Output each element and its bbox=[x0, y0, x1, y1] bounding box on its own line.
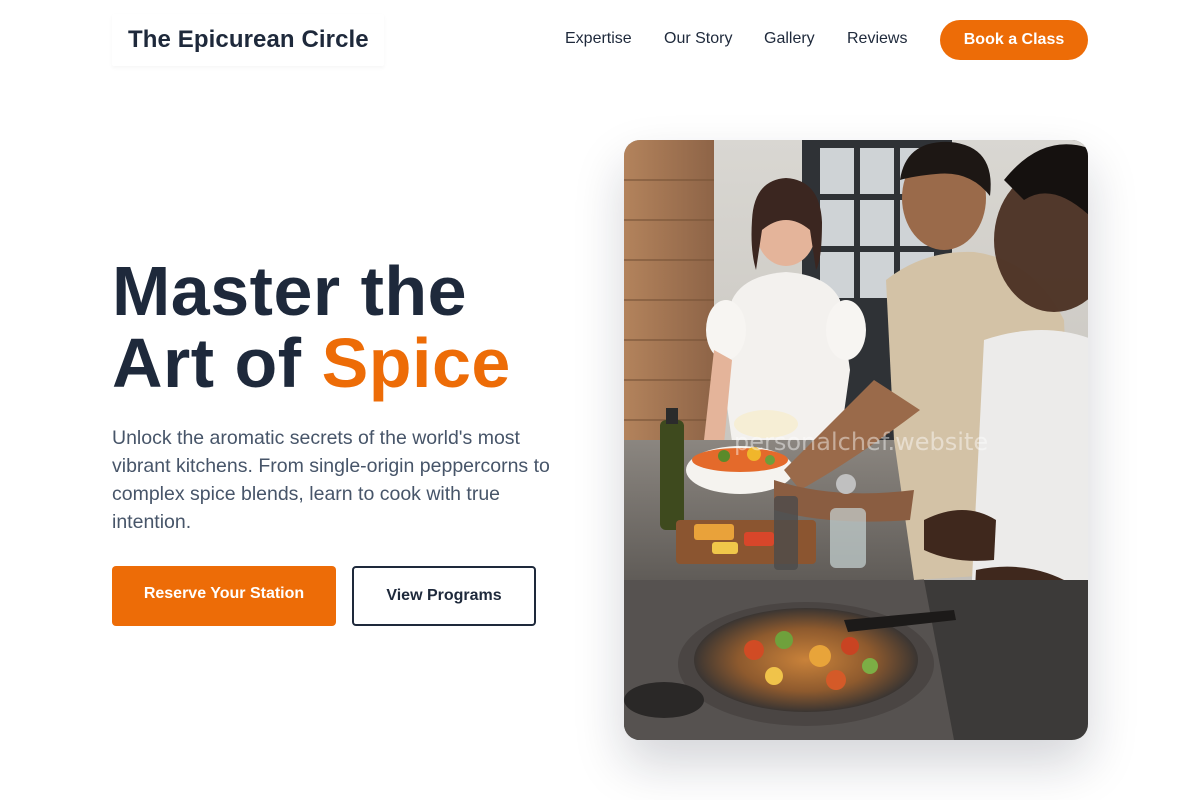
reserve-station-button[interactable]: Reserve Your Station bbox=[112, 566, 336, 626]
nav-link-reviews[interactable]: Reviews bbox=[847, 30, 907, 48]
headline-line-1: Master the bbox=[112, 252, 468, 330]
headline-line-2-prefix: Art of bbox=[112, 324, 322, 402]
hero-cooking-photo: personalchef.website bbox=[624, 140, 1088, 740]
book-class-button[interactable]: Book a Class bbox=[940, 20, 1088, 60]
site-logo[interactable]: The Epicurean Circle bbox=[128, 26, 369, 54]
nav-link-gallery[interactable]: Gallery bbox=[764, 30, 815, 48]
view-programs-button[interactable]: View Programs bbox=[352, 566, 536, 626]
nav-link-our-story[interactable]: Our Story bbox=[664, 30, 732, 48]
hero-description: Unlock the aromatic secrets of the world… bbox=[112, 427, 550, 533]
hero-headline: Master the Art of Spice bbox=[112, 255, 511, 399]
nav-link-expertise[interactable]: Expertise bbox=[565, 30, 632, 48]
image-watermark: personalchef.website bbox=[734, 428, 989, 456]
headline-accent-word: Spice bbox=[321, 324, 511, 402]
